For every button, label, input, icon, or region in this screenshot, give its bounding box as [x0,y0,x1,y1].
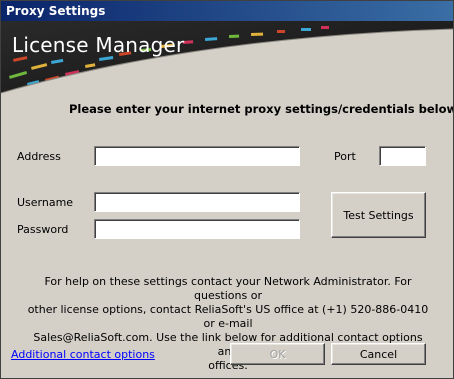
instruction-text: Please enter your internet proxy setting… [69,102,454,116]
address-label: Address [17,150,61,163]
username-input[interactable] [94,192,300,212]
ok-button[interactable]: OK [230,343,325,365]
help-line: other license options, contact ReliaSoft… [27,303,429,330]
title-bar[interactable]: Proxy Settings [1,1,453,21]
password-label: Password [17,223,69,236]
password-input[interactable] [94,219,300,239]
cancel-button[interactable]: Cancel [331,343,426,365]
help-line: For help on these settings contact your … [44,275,412,302]
port-input[interactable] [379,146,426,166]
address-input[interactable] [94,146,300,166]
license-manager-banner: License Manager [1,21,453,96]
window-title: Proxy Settings [6,4,106,18]
proxy-settings-dialog: Proxy Settings License Manager Please en… [0,0,454,379]
banner-title: License Manager [12,33,185,57]
port-label: Port [334,150,356,163]
test-settings-button[interactable]: Test Settings [331,192,426,238]
username-label: Username [17,196,74,209]
additional-contact-options-link[interactable]: Additional contact options [11,348,155,361]
